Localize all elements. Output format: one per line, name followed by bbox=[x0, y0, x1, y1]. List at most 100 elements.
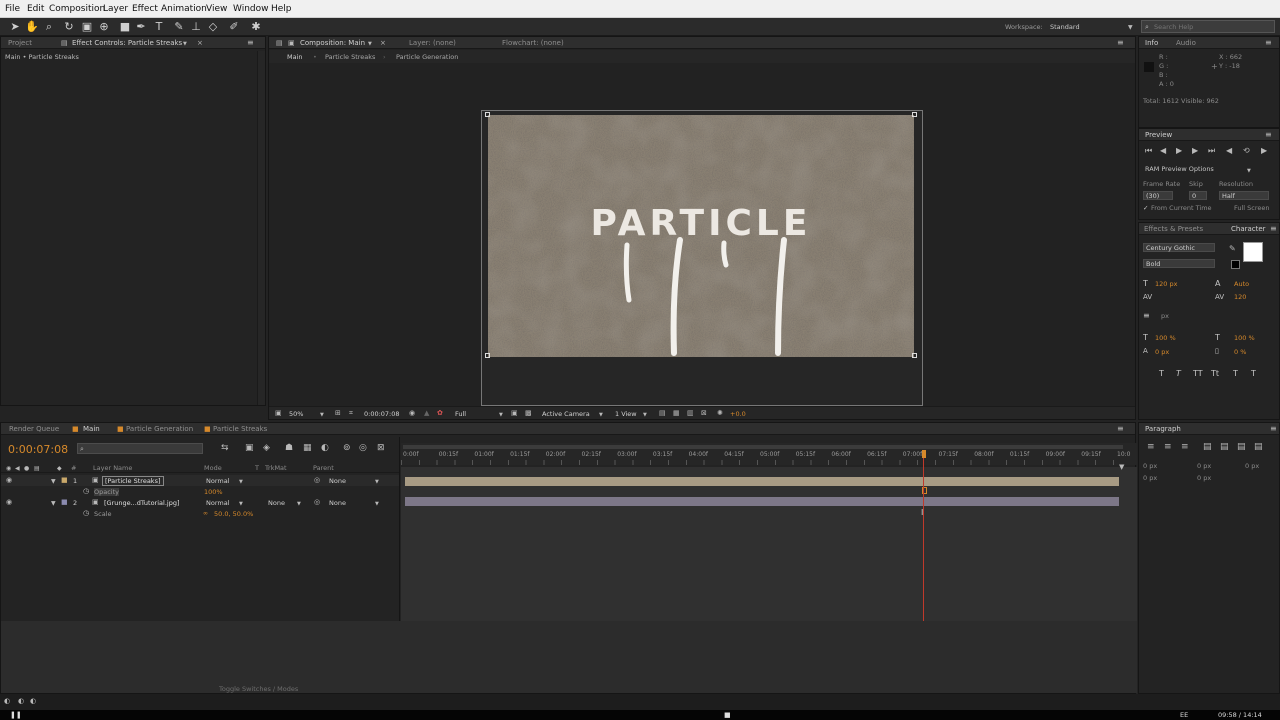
expand-modes-icon[interactable]: ◐ bbox=[18, 697, 24, 706]
previous-frame-icon[interactable]: ◀ bbox=[1160, 146, 1166, 155]
close-icon[interactable]: × bbox=[380, 39, 386, 48]
layer-duration-bar[interactable] bbox=[405, 497, 1119, 506]
tab-particle-generation[interactable]: Particle Generation bbox=[126, 425, 193, 433]
tab-character[interactable]: Character bbox=[1231, 225, 1266, 233]
chevron-down-icon[interactable]: ▼ bbox=[183, 40, 187, 49]
eraser-tool-icon[interactable]: ◇ bbox=[206, 20, 220, 34]
current-time-indicator-head[interactable] bbox=[922, 450, 926, 458]
tab-main[interactable]: Main bbox=[83, 425, 100, 433]
panel-menu-icon[interactable]: ≡ bbox=[247, 38, 254, 47]
mask-visibility-icon[interactable]: ⌗ bbox=[349, 409, 353, 418]
panel-menu-icon[interactable]: ≡ bbox=[1117, 424, 1124, 433]
ram-preview-options-select[interactable]: RAM Preview Options bbox=[1145, 165, 1214, 173]
visibility-eye-icon[interactable]: ◉ bbox=[6, 498, 12, 507]
layer-parent[interactable]: None bbox=[329, 499, 346, 507]
puppet-tool-icon[interactable]: ✱ bbox=[249, 20, 263, 34]
mute-audio-icon[interactable]: ◀ bbox=[1226, 146, 1232, 155]
skip-field[interactable]: 0 bbox=[1189, 191, 1207, 200]
tab-effect-controls[interactable]: Effect Controls: Particle Streaks bbox=[72, 39, 182, 47]
layer-label-color[interactable]: ■ bbox=[61, 498, 68, 507]
layer-row[interactable]: ◉ ▼ ■ 2 ▣ [Grunge...dTutorial.jpg] Norma… bbox=[1, 497, 399, 508]
eyedropper-icon[interactable]: ✎ bbox=[1229, 244, 1236, 253]
grid-icon[interactable]: ⊞ bbox=[335, 409, 341, 418]
mode-header[interactable]: Mode bbox=[204, 464, 222, 472]
snapshot-icon[interactable]: ◉ bbox=[409, 409, 415, 418]
justify-all-icon[interactable]: ▤ bbox=[1254, 443, 1263, 452]
layer-parent[interactable]: None bbox=[329, 477, 346, 485]
space-before-value[interactable]: 0 px bbox=[1143, 474, 1157, 482]
menu-layer[interactable]: Layer bbox=[103, 4, 128, 14]
menu-help[interactable]: Help bbox=[271, 4, 292, 14]
color-channel-icon[interactable]: ✿ bbox=[437, 409, 443, 418]
play-icon[interactable]: ▶ bbox=[1176, 146, 1182, 155]
loop-icon[interactable]: ⟲ bbox=[1243, 146, 1250, 155]
menu-view[interactable]: View bbox=[206, 4, 227, 14]
region-of-interest-icon[interactable]: ▣ bbox=[511, 409, 518, 418]
chevron-down-icon[interactable]: ▼ bbox=[1247, 167, 1251, 176]
align-left-icon[interactable]: ≡ bbox=[1147, 443, 1155, 452]
pen-tool-icon[interactable]: ✒ bbox=[134, 20, 148, 34]
next-frame-icon[interactable]: ▶ bbox=[1192, 146, 1198, 155]
visibility-eye-icon[interactable]: ◉ bbox=[6, 476, 12, 485]
ram-preview-icon[interactable]: ▶ bbox=[1261, 146, 1267, 155]
views-select[interactable]: 1 View bbox=[615, 410, 637, 418]
faux-bold-button[interactable]: T bbox=[1159, 369, 1164, 378]
panel-menu-icon[interactable]: ≡ bbox=[1265, 130, 1272, 139]
panel-menu-icon[interactable]: ≡ bbox=[1117, 38, 1124, 47]
exposure-value[interactable]: +0.0 bbox=[730, 410, 746, 418]
property-value[interactable]: 50.0, 50.0% bbox=[214, 510, 253, 518]
corner-handle[interactable] bbox=[485, 112, 490, 117]
resolution-select[interactable]: Full bbox=[455, 410, 466, 418]
timeline-search-box[interactable]: ⌕ bbox=[77, 443, 203, 454]
timeline-icon[interactable]: ▥ bbox=[687, 409, 694, 418]
property-value[interactable]: 100% bbox=[204, 488, 223, 496]
hand-tool-icon[interactable]: ✋ bbox=[25, 20, 39, 34]
exposure-icon[interactable]: ✺ bbox=[717, 409, 723, 418]
close-icon[interactable]: × bbox=[197, 39, 203, 48]
layer-mode[interactable]: Normal bbox=[206, 477, 230, 485]
justify-right-icon[interactable]: ▤ bbox=[1237, 443, 1246, 452]
graph-editor-icon[interactable]: ⊚ bbox=[343, 444, 351, 453]
leading-value[interactable]: Auto bbox=[1234, 280, 1249, 288]
pick-whip-icon[interactable]: ◎ bbox=[314, 498, 320, 507]
align-right-icon[interactable]: ≡ bbox=[1181, 443, 1189, 452]
layer-name[interactable]: [Particle Streaks] bbox=[102, 476, 164, 486]
parent-header[interactable]: Parent bbox=[313, 464, 334, 472]
camera-tool-icon[interactable]: ▣ bbox=[80, 20, 94, 34]
mini-flowchart-icon[interactable]: ⇆ bbox=[221, 444, 229, 453]
resolution-field[interactable]: Half bbox=[1219, 191, 1269, 200]
baseline-shift-value[interactable]: 0 px bbox=[1155, 348, 1169, 356]
tab-info[interactable]: Info bbox=[1145, 39, 1158, 47]
layer-duration-bar[interactable] bbox=[405, 477, 1119, 486]
always-preview-icon[interactable]: ▣ bbox=[275, 409, 282, 418]
seek-handle-icon[interactable]: ■ bbox=[724, 711, 731, 720]
align-center-icon[interactable]: ≡ bbox=[1164, 443, 1172, 452]
layer-row[interactable]: ◉ ▼ ■ 1 ▣ [Particle Streaks] Normal ▼ ◎ … bbox=[1, 475, 399, 486]
layer-name[interactable]: [Grunge...dTutorial.jpg] bbox=[104, 499, 180, 507]
scrollbar[interactable] bbox=[257, 51, 265, 405]
tab-render-queue[interactable]: Render Queue bbox=[9, 425, 59, 433]
panel-menu-icon[interactable]: ≡ bbox=[1270, 224, 1277, 233]
justify-left-icon[interactable]: ▤ bbox=[1203, 443, 1212, 452]
menu-window[interactable]: Window bbox=[233, 4, 269, 14]
crumb-particle-generation[interactable]: Particle Generation bbox=[396, 53, 458, 61]
flowchart-icon[interactable]: ⊠ bbox=[701, 409, 707, 418]
motion-blur-icon[interactable]: ◐ bbox=[321, 444, 329, 453]
brush-tool-icon[interactable]: ✎ bbox=[172, 20, 186, 34]
chevron-down-icon[interactable]: ▼ bbox=[1128, 23, 1133, 32]
tab-project[interactable]: Project bbox=[8, 39, 32, 47]
checkbox-icon[interactable]: ✓ bbox=[1143, 204, 1148, 212]
superscript-button[interactable]: T bbox=[1233, 369, 1238, 378]
fast-previews-icon[interactable]: ▦ bbox=[673, 409, 680, 418]
stroke-unit[interactable]: px bbox=[1161, 312, 1169, 320]
chevron-down-icon[interactable]: ▼ bbox=[499, 411, 503, 420]
expand-triangle-icon[interactable]: ▼ bbox=[51, 477, 56, 486]
camera-select[interactable]: Active Camera bbox=[542, 410, 590, 418]
layer-mode[interactable]: Normal bbox=[206, 499, 230, 507]
layer-label-color[interactable]: ■ bbox=[61, 476, 68, 485]
selection-tool-icon[interactable]: ➤ bbox=[8, 20, 22, 34]
brainstorm-icon[interactable]: ⊠ bbox=[377, 444, 385, 453]
pan-behind-tool-icon[interactable]: ⊕ bbox=[97, 20, 111, 34]
time-ruler[interactable]: 0:00f 00:15f 01:00f 01:15f 02:00f 02:15f 03:00… bbox=[401, 443, 1137, 465]
pause-icon[interactable]: ❚❚ bbox=[10, 711, 22, 720]
